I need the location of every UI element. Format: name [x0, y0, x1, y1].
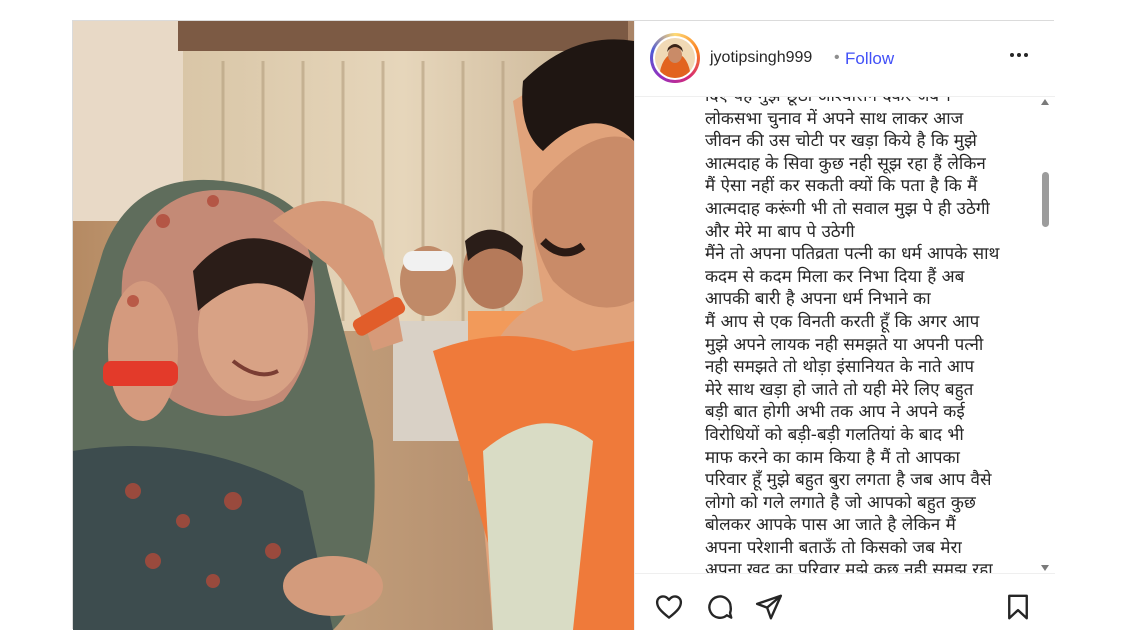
bookmark-glyph — [1008, 594, 1028, 620]
story-ring[interactable] — [650, 33, 700, 83]
caption-line: विरोधियों को बड़ी-बड़ी गलतियां के बाद भी — [705, 424, 964, 445]
caption-line: नही समझते तो थोड़ा इंसानियत के नाते आप — [705, 357, 974, 378]
username-link[interactable]: jyotipsingh999 — [710, 49, 812, 67]
caption-line: मुझे अपने लायक नही समझते या अपनी पत्नी — [705, 334, 984, 355]
post-sidebar: jyotipsingh999 • Follow दिए यह मुझ छूठा … — [634, 21, 1055, 630]
avatar-frame — [653, 36, 697, 80]
scroll-up-arrow-icon[interactable] — [1041, 99, 1049, 105]
caption-line: परिवार हूँ मुझे बहुत बुरा लगता है जब आप … — [705, 470, 992, 491]
heart-icon[interactable] — [654, 592, 684, 622]
caption-line: बड़ी बात होगी अभी तक आप ने अपने कई — [705, 402, 965, 423]
post-header: jyotipsingh999 • Follow — [635, 21, 1055, 97]
post-actions-bar — [635, 573, 1055, 630]
caption-line: मैंने तो अपना पतिव्रता पत्नी का धर्म आपक… — [705, 244, 1000, 265]
post-photo — [73, 21, 634, 630]
caption-line: आपकी बारी है अपना धर्म निभाने का — [705, 289, 931, 310]
more-horizontal-icon[interactable] — [1007, 43, 1031, 67]
caption-line: आत्मदाह करूंगी भी तो सवाल मुझ पे ही उठेग… — [705, 198, 990, 219]
instagram-post: jyotipsingh999 • Follow दिए यह मुझ छूठा … — [72, 20, 1055, 630]
comment-glyph — [708, 595, 733, 619]
caption-line: अपना खुद का परिवार मुझे कुछ नही समझ रहा — [705, 560, 993, 573]
avatar[interactable] — [655, 38, 695, 78]
caption-line: अपना परेशानी बताऊँ तो किसको जब मेरा — [705, 537, 962, 558]
more-icon-glyph — [1010, 53, 1028, 57]
send-glyph — [755, 594, 783, 620]
bookmark-icon[interactable] — [1003, 592, 1033, 622]
heart-glyph — [655, 595, 683, 619]
send-icon[interactable] — [754, 592, 784, 622]
scroll-down-arrow-icon[interactable] — [1041, 565, 1049, 571]
caption-line: बोलकर आपके पास आ जाते है लेकिन मैं — [705, 515, 956, 536]
caption-line: लोकसभा चुनाव में अपने साथ लाकर आज — [705, 108, 964, 129]
caption-line: मैं ऐसा नहीं कर सकती क्यों कि पता है कि … — [705, 176, 978, 197]
avatar-image — [655, 38, 695, 78]
caption-line: और मेरे मा बाप पे उठेगी — [705, 221, 855, 242]
caption-scrollbar[interactable] — [1037, 99, 1053, 573]
separator-dot: • — [834, 49, 840, 66]
caption-scroll-area[interactable]: दिए यह मुझ छूठा आश्वासन देकर जब ।लोकसभा … — [635, 97, 1055, 573]
caption-line: दिए यह मुझ छूठा आश्वासन देकर जब । — [705, 97, 1025, 108]
caption-line: जीवन की उस चोटी पर खड़ा किये है कि मुझे — [705, 131, 977, 152]
comment-icon[interactable] — [705, 592, 735, 622]
post-caption: दिए यह मुझ छूठा आश्वासन देकर जब ।लोकसभा … — [705, 97, 1025, 573]
caption-line: कदम से कदम मिला कर निभा दिया हैं अब — [705, 266, 965, 287]
caption-line: मेरे साथ खड़ा हो जाते तो यही मेरे लिए बह… — [705, 379, 974, 400]
scrollbar-thumb[interactable] — [1042, 172, 1049, 227]
caption-line: मैं आप से एक विनती करती हूँ कि अगर आप — [705, 311, 980, 332]
follow-button[interactable]: Follow — [845, 49, 894, 69]
post-media-photo[interactable] — [73, 21, 634, 630]
caption-line: लोगो को गले लगाते है जो आपको बहुत कुछ — [705, 492, 976, 513]
caption-line: आत्मदाह के सिवा कुछ नही सूझ रहा हैं लेकि… — [705, 153, 986, 174]
caption-line: माफ करने का काम किया है मैं तो आपका — [705, 447, 960, 468]
